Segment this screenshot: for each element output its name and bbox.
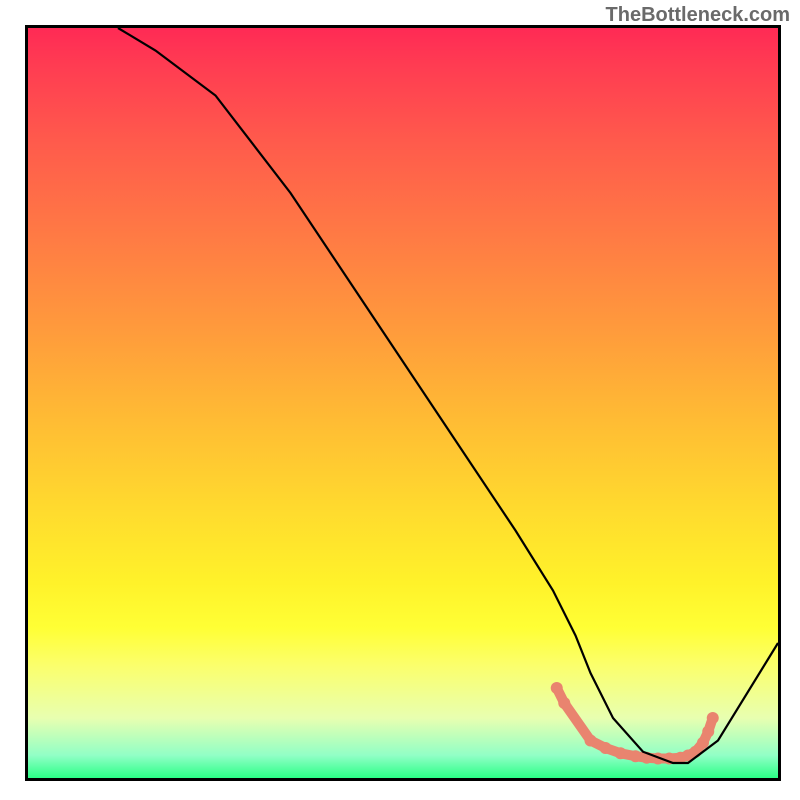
- chart-svg: [28, 28, 778, 778]
- marker-point: [702, 726, 714, 738]
- watermark-text: TheBottleneck.com: [606, 4, 790, 27]
- marker-group: [551, 682, 719, 765]
- marker-connector: [557, 688, 713, 759]
- marker-point: [551, 682, 563, 694]
- marker-point: [707, 712, 719, 724]
- marker-point: [630, 750, 642, 762]
- marker-point: [697, 737, 709, 749]
- marker-point: [558, 697, 570, 709]
- plot-area: [25, 25, 781, 781]
- curve-line: [118, 28, 778, 763]
- marker-point: [600, 742, 612, 754]
- marker-point: [615, 747, 627, 759]
- marker-point: [585, 735, 597, 747]
